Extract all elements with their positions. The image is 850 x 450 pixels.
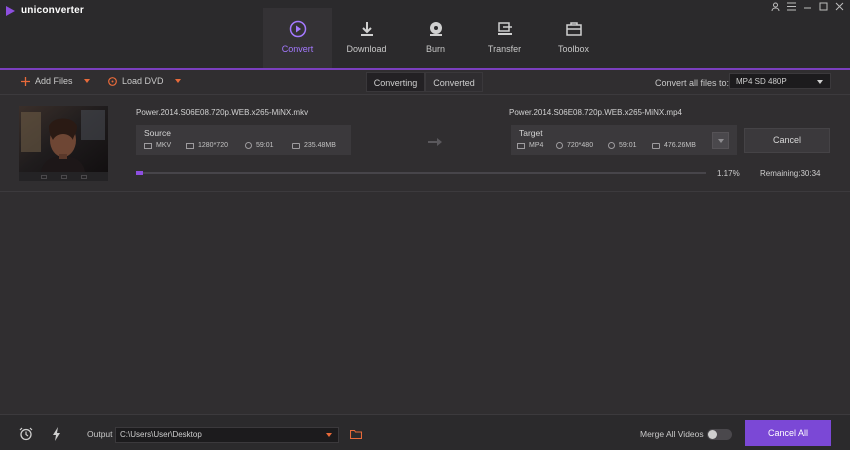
convert-icon <box>289 20 306 38</box>
close-icon[interactable] <box>834 2 844 14</box>
chevron-down-icon[interactable] <box>174 79 181 83</box>
source-title: Source <box>144 128 171 138</box>
remaining-time: Remaining:30:34 <box>760 169 821 178</box>
tab-burn-label: Burn <box>425 44 445 54</box>
tab-converting[interactable]: Converting <box>366 72 425 92</box>
progress-percent: 1.17% <box>717 169 740 178</box>
main-nav: Convert Download Burn Transfer Toolbox <box>263 8 608 68</box>
tab-download[interactable]: Download <box>332 8 401 68</box>
bottom-bar: Output C:\Users\User\Desktop Merge All V… <box>0 414 850 450</box>
chevron-down-icon <box>326 433 332 437</box>
tab-convert[interactable]: Convert <box>263 8 332 68</box>
maximize-icon[interactable] <box>818 2 828 14</box>
clock-icon <box>608 142 615 149</box>
merge-all-label: Merge All Videos <box>640 429 704 439</box>
chevron-down-icon[interactable] <box>83 79 90 83</box>
tab-transfer-label: Transfer <box>487 44 522 54</box>
burn-icon <box>429 22 442 36</box>
minimize-icon[interactable] <box>802 2 812 14</box>
convert-all-format-value: MP4 SD 480P <box>736 77 787 86</box>
resolution-icon <box>186 142 194 149</box>
add-files-button[interactable]: Add Files <box>21 76 90 86</box>
transfer-icon <box>497 22 512 35</box>
merge-all-toggle[interactable] <box>707 429 732 440</box>
output-label: Output <box>87 429 113 439</box>
open-folder-icon[interactable] <box>350 429 362 439</box>
thumbnail-actions <box>19 172 108 181</box>
chevron-down-icon <box>718 139 724 143</box>
source-size: 235.48MB <box>292 142 336 149</box>
tab-convert-label: Convert <box>281 44 314 54</box>
film-icon <box>517 142 525 149</box>
target-title: Target <box>519 128 543 138</box>
source-resolution: 1280*720 <box>186 142 228 149</box>
source-duration: 59:01 <box>245 142 274 149</box>
source-size-value: 235.48MB <box>304 142 336 149</box>
convert-all-format-select[interactable]: MP4 SD 480P <box>729 73 831 89</box>
add-files-label: Add Files <box>35 76 73 86</box>
source-duration-value: 59:01 <box>256 142 274 149</box>
output-path-select[interactable]: C:\Users\User\Desktop <box>115 427 339 443</box>
progress-bar <box>136 171 706 175</box>
tab-converted[interactable]: Converted <box>425 72 483 92</box>
trim-icon[interactable] <box>40 174 47 179</box>
logo-icon <box>6 5 15 16</box>
app-logo: uniconverter <box>6 5 84 16</box>
tab-burn[interactable]: Burn <box>401 8 470 68</box>
toggle-knob <box>708 430 717 439</box>
target-settings-dropdown[interactable] <box>712 132 729 149</box>
clock-icon <box>245 142 252 149</box>
lightning-icon[interactable] <box>52 427 62 441</box>
convert-all-label: Convert all files to: <box>655 78 730 88</box>
title-bar: uniconverter Convert Download Burn Trans… <box>0 0 850 68</box>
load-dvd-button[interactable]: Load DVD <box>108 76 181 86</box>
menu-icon[interactable] <box>786 2 796 14</box>
effect-icon[interactable] <box>80 174 87 179</box>
toolbar: Add Files Load DVD Converting Converted … <box>0 70 850 95</box>
tab-toolbox-label: Toolbox <box>557 44 590 54</box>
folder-icon <box>652 142 660 149</box>
tab-download-label: Download <box>346 44 387 54</box>
source-info: Source MKV 1280*720 59:01 235.48MB <box>136 125 351 155</box>
target-resolution-value: 720*480 <box>567 142 594 149</box>
source-format: MKV <box>144 142 171 149</box>
load-dvd-label: Load DVD <box>122 76 164 86</box>
target-info[interactable]: Target MP4 720*480 59:01 476.26MB <box>511 125 737 155</box>
target-format-value: MP4 <box>529 142 544 149</box>
output-path-value: C:\Users\User\Desktop <box>120 430 202 439</box>
target-duration: 59:01 <box>608 142 637 149</box>
dvd-icon <box>108 76 117 86</box>
tab-toolbox[interactable]: Toolbox <box>539 8 608 68</box>
progress-fill <box>136 171 143 175</box>
target-duration-value: 59:01 <box>619 142 637 149</box>
toolbox-icon <box>565 22 582 36</box>
alarm-clock-icon[interactable] <box>19 427 33 441</box>
chevron-down-icon <box>817 80 823 84</box>
source-resolution-value: 1280*720 <box>198 142 228 149</box>
status-tabs: Converting Converted <box>366 72 483 92</box>
folder-icon <box>292 142 300 149</box>
resolution-icon <box>556 142 563 149</box>
target-filename: Power.2014.S06E08.720p.WEB.x265-MiNX.mp4 <box>509 108 682 117</box>
source-format-value: MKV <box>156 142 172 149</box>
tab-transfer[interactable]: Transfer <box>470 8 539 68</box>
window-controls <box>770 2 844 14</box>
target-resolution: 720*480 <box>556 142 593 149</box>
source-filename: Power.2014.S06E08.720p.WEB.x265-MiNX.mkv <box>136 108 309 117</box>
app-title: uniconverter <box>21 5 84 16</box>
target-size-value: 476.26MB <box>664 142 696 149</box>
download-icon <box>360 22 373 36</box>
target-size: 476.26MB <box>652 142 696 149</box>
cancel-button[interactable]: Cancel <box>744 128 830 153</box>
arrow-right-icon <box>428 138 442 146</box>
film-icon <box>144 142 152 149</box>
plus-icon <box>21 76 30 86</box>
target-format: MP4 <box>517 142 543 149</box>
cancel-all-button[interactable]: Cancel All <box>745 420 831 446</box>
crop-icon[interactable] <box>60 174 67 179</box>
video-thumbnail[interactable] <box>19 106 108 172</box>
user-icon[interactable] <box>770 2 780 14</box>
